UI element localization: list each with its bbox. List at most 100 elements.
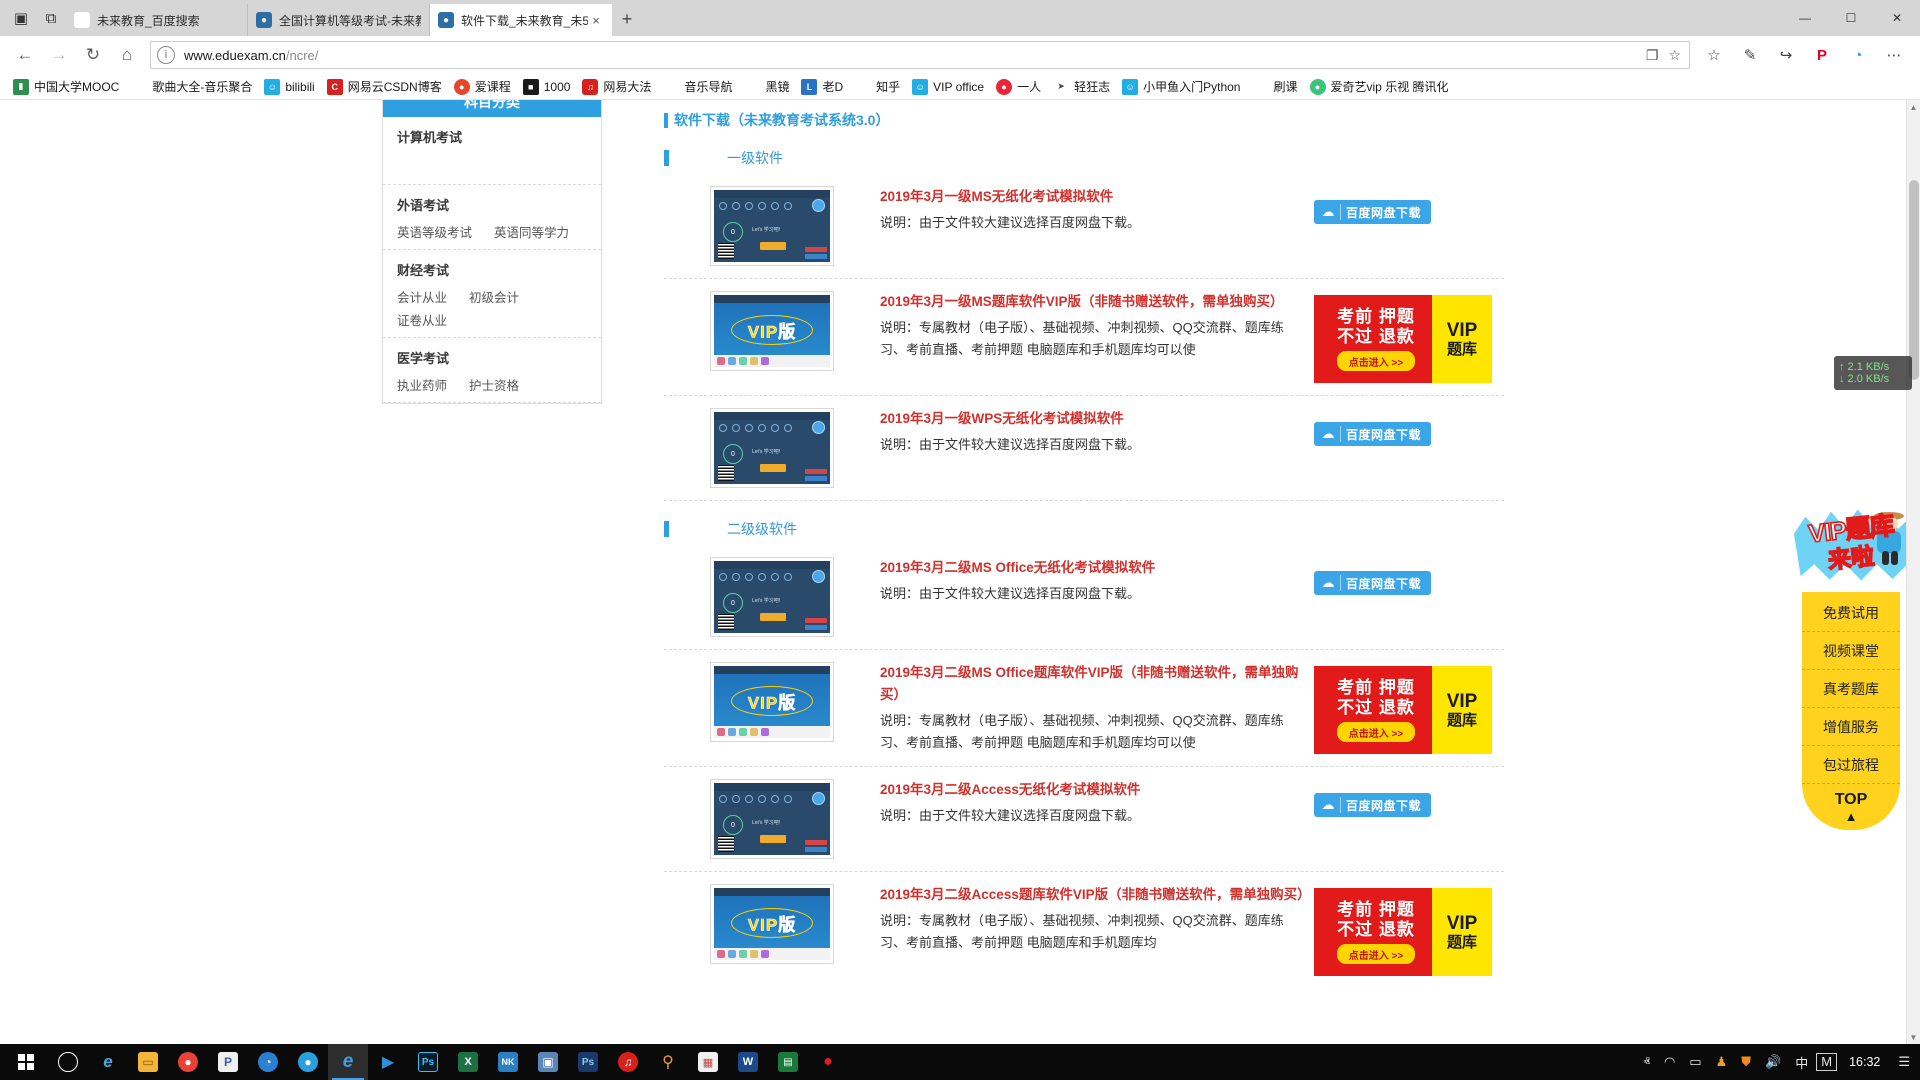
software-title[interactable]: 2019年3月一级MS题库软件VIP版（非随书赠送软件，需单独购买） <box>880 291 1304 313</box>
baidu-netdisk-download-button[interactable]: ☁ 百度网盘下载 <box>1314 200 1432 224</box>
baidu-netdisk-download-button[interactable]: ☁ 百度网盘下载 <box>1314 422 1432 446</box>
software-thumbnail-vip[interactable]: VIP版 <box>710 662 834 742</box>
quran-app-icon[interactable]: ▤ <box>768 1044 808 1080</box>
settings-more-icon[interactable]: ⋯ <box>1876 39 1912 71</box>
bookmark-item[interactable]: L 老D <box>796 76 848 98</box>
edge-icon[interactable]: e <box>328 1044 368 1080</box>
netkeeper-icon[interactable]: NK <box>488 1044 528 1080</box>
sidebar-link-english-equivalent[interactable]: 英语同等学力 <box>494 222 569 241</box>
bookmark-item[interactable]: ☆ 知乎 <box>850 76 905 98</box>
ad-enter-button[interactable]: 点击进入 >> <box>1336 944 1416 964</box>
scroll-up-arrow-icon[interactable]: ▲ <box>1907 100 1920 114</box>
bookmark-item[interactable]: ☆ 歌曲大全-音乐聚合 <box>126 76 257 98</box>
pinterest-icon[interactable]: P <box>1804 39 1840 71</box>
wifi-icon[interactable]: ◠ <box>1658 1044 1681 1080</box>
security-shield-icon[interactable]: ⛊ <box>1735 1044 1757 1080</box>
tab-preview-icon[interactable]: ▣ <box>6 3 36 33</box>
browser-tab-3-active[interactable]: ● 软件下载_未来教育_未5 × <box>430 4 612 36</box>
bookmark-item[interactable]: ● 爱课程 <box>449 76 516 98</box>
home-button[interactable]: ⌂ <box>110 38 144 72</box>
refresh-button[interactable]: ↻ <box>76 38 110 72</box>
file-explorer-icon[interactable]: ▭ <box>128 1044 168 1080</box>
sidebar-link-nurse[interactable]: 护士资格 <box>469 375 519 394</box>
record-icon[interactable]: ● <box>808 1044 848 1080</box>
battery-icon[interactable]: ▭ <box>1683 1044 1707 1080</box>
software-title[interactable]: 2019年3月二级MS Office题库软件VIP版（非随书赠送软件，需单独购买… <box>880 662 1304 706</box>
close-tab-icon[interactable]: × <box>588 13 604 28</box>
favorites-icon[interactable]: ☆ <box>1696 39 1732 71</box>
close-window-button[interactable]: ✕ <box>1874 0 1920 36</box>
sidebar-link-english-level[interactable]: 英语等级考试 <box>397 222 472 241</box>
sidebar-link-securities[interactable]: 证卷从业 <box>397 310 587 329</box>
bookmark-item[interactable]: ● 一人 <box>991 76 1046 98</box>
extension-icon[interactable]: ◔ <box>1840 39 1876 71</box>
ime-chinese-icon[interactable]: 中 <box>1789 1044 1814 1080</box>
browser-tab-2[interactable]: ● 全国计算机等级考试-未来教 <box>248 4 430 36</box>
bookmark-item[interactable]: ♫ 网易大法 <box>577 76 656 98</box>
bookmark-item[interactable]: ☆ 刷课 <box>1248 76 1303 98</box>
excel-icon[interactable]: X <box>448 1044 488 1080</box>
web-notes-icon[interactable]: ✎ <box>1732 39 1768 71</box>
software-title[interactable]: 2019年3月二级MS Office无纸化考试模拟软件 <box>880 557 1304 579</box>
photoshop-icon[interactable]: Ps <box>408 1044 448 1080</box>
address-bar[interactable]: i www.eduexam.cn /ncre/ ❐ ☆ <box>150 41 1690 69</box>
scrollbar-thumb[interactable] <box>1909 180 1919 380</box>
vip-menu-value-added-service[interactable]: 增值服务 <box>1802 708 1900 746</box>
software-title[interactable]: 2019年3月二级Access题库软件VIP版（非随书赠送软件，需单独购买） <box>880 884 1311 906</box>
start-button[interactable] <box>4 1044 48 1080</box>
bookmark-item[interactable]: ☺ bilibili <box>259 76 319 98</box>
vip-menu-video-class[interactable]: 视频课堂 <box>1802 632 1900 670</box>
bookmark-item[interactable]: ● 爱奇艺vip 乐视 腾讯化 <box>1305 76 1454 98</box>
internet-explorer-icon[interactable]: e <box>88 1044 128 1080</box>
reading-view-icon[interactable]: ❐ <box>1646 47 1659 64</box>
ad-enter-button[interactable]: 点击进入 >> <box>1336 722 1416 742</box>
show-hidden-icons-icon[interactable]: ⱏ <box>1637 1044 1655 1080</box>
maximize-button[interactable]: ☐ <box>1828 0 1874 36</box>
back-to-top-button[interactable]: TOP ▲ <box>1802 784 1900 830</box>
vip-menu-pass-guarantee[interactable]: 包过旅程 <box>1802 746 1900 784</box>
chrome-beta-icon[interactable]: ● <box>288 1044 328 1080</box>
baidu-netdisk-download-button[interactable]: ☁ 百度网盘下载 <box>1314 793 1432 817</box>
vip-menu-real-exam-bank[interactable]: 真考题库 <box>1802 670 1900 708</box>
vip-ad-banner[interactable]: 考前 押题 不过 退款 点击进入 >> VIP 题库 <box>1314 888 1492 976</box>
new-tab-button[interactable]: + <box>612 4 642 34</box>
sidebar-link-accounting-practice[interactable]: 会计从业 <box>397 287 447 306</box>
back-button[interactable]: ← <box>8 38 42 72</box>
volume-icon[interactable]: 🔊 <box>1759 1044 1787 1080</box>
media-player-icon[interactable]: ▶ <box>368 1044 408 1080</box>
screenshot-tool-icon[interactable]: ▣ <box>528 1044 568 1080</box>
set-tabs-aside-icon[interactable]: ⧉ <box>36 3 66 33</box>
clock-app-icon[interactable]: ◔ <box>248 1044 288 1080</box>
search-everything-icon[interactable]: ⚲ <box>648 1044 688 1080</box>
software-title[interactable]: 2019年3月一级WPS无纸化考试模拟软件 <box>880 408 1304 430</box>
vip-ad-banner[interactable]: 考前 押题 不过 退款 点击进入 >> VIP 题库 <box>1314 295 1492 383</box>
netkeeper-tray-icon[interactable]: ♟ <box>1710 1044 1734 1080</box>
chrome-icon[interactable]: ● <box>168 1044 208 1080</box>
bookmark-item[interactable]: ☆ 黑镜 <box>739 76 794 98</box>
bookmark-item[interactable]: ☆ 音乐导航 <box>658 76 737 98</box>
vip-menu-free-trial[interactable]: 免费试用 <box>1802 594 1900 632</box>
vip-ad-banner[interactable]: 考前 押题 不过 退款 点击进入 >> VIP 题库 <box>1314 666 1492 754</box>
ime-mode-icon[interactable]: M <box>1816 1053 1838 1071</box>
software-title[interactable]: 2019年3月二级Access无纸化考试模拟软件 <box>880 779 1304 801</box>
bookmark-item[interactable]: ☺ VIP office <box>907 76 989 98</box>
bookmark-item[interactable]: ▮ 中国大学MOOC <box>8 76 124 98</box>
minimize-button[interactable]: — <box>1782 0 1828 36</box>
store-icon[interactable]: ▦ <box>688 1044 728 1080</box>
share-icon[interactable]: ↪ <box>1768 39 1804 71</box>
browser-tab-1[interactable]: 熊 未来教育_百度搜索 <box>66 4 248 36</box>
software-thumbnail-vip[interactable]: VIP版 <box>710 884 834 964</box>
foxit-reader-icon[interactable]: P <box>208 1044 248 1080</box>
bookmark-item[interactable]: ■ 1000 <box>518 76 576 98</box>
action-center-icon[interactable]: ☰ <box>1892 1044 1916 1080</box>
bookmark-item[interactable]: ➤ 轻狂志 <box>1048 76 1115 98</box>
taskbar-clock[interactable]: 16:32 <box>1839 1044 1890 1080</box>
cortana-icon[interactable] <box>48 1044 88 1080</box>
ad-enter-button[interactable]: 点击进入 >> <box>1336 351 1416 371</box>
software-thumbnail-vip[interactable]: VIP版 <box>710 291 834 371</box>
bookmark-item[interactable]: ☺ 小甲鱼入门Python <box>1117 76 1245 98</box>
bookmark-item[interactable]: C 网易云CSDN博客 <box>322 76 447 98</box>
software-thumbnail[interactable]: 0 Let's 学习吧! <box>710 557 834 637</box>
site-info-icon[interactable]: i <box>157 46 175 64</box>
software-thumbnail[interactable]: 0 Let's 学习吧! <box>710 779 834 859</box>
